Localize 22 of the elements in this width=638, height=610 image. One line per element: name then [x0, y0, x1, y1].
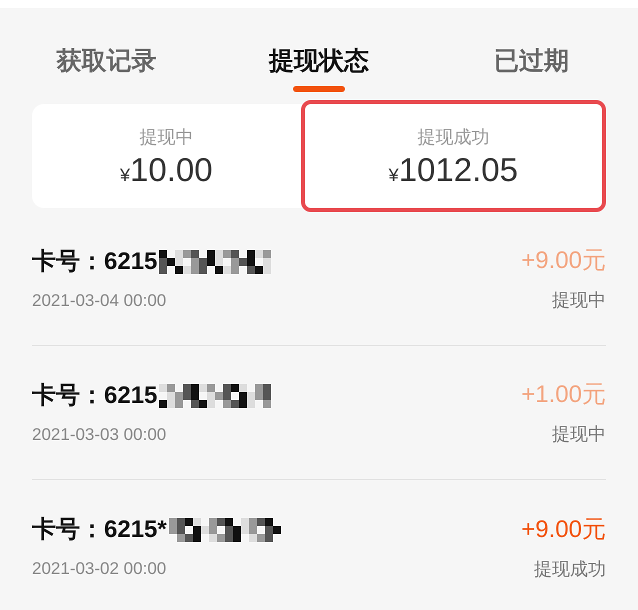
card-number: 卡号：6215: [32, 246, 158, 277]
summary-amount: 10.00: [130, 150, 213, 188]
record-amount: +1.00元: [521, 380, 606, 410]
record-status: 提现成功: [534, 558, 606, 580]
record-status: 提现中: [552, 289, 606, 312]
card-number: 卡号：6215*: [32, 515, 167, 546]
record-date: 2021-03-03 00:00: [32, 424, 168, 446]
record-amount: +9.00元: [521, 514, 606, 544]
tab[interactable]: 获取记录: [56, 44, 156, 78]
record-status: 提现中: [552, 423, 606, 446]
summary-label: 提现中: [139, 126, 194, 148]
record-amount: +9.00元: [521, 246, 606, 276]
record-date: 2021-03-04 00:00: [32, 290, 168, 312]
currency-sign: ¥: [120, 164, 130, 186]
currency-sign: ¥: [388, 164, 399, 186]
record-date: 2021-03-02 00:00: [32, 558, 168, 580]
active-tab-indicator: [293, 86, 345, 92]
tab[interactable]: 已过期: [494, 44, 570, 78]
card-number: 卡号：6215: [32, 380, 158, 411]
tab[interactable]: 提现状态: [269, 44, 369, 78]
summary-amount: 1012.05: [398, 150, 518, 188]
summary-label: 提现成功: [417, 126, 490, 148]
